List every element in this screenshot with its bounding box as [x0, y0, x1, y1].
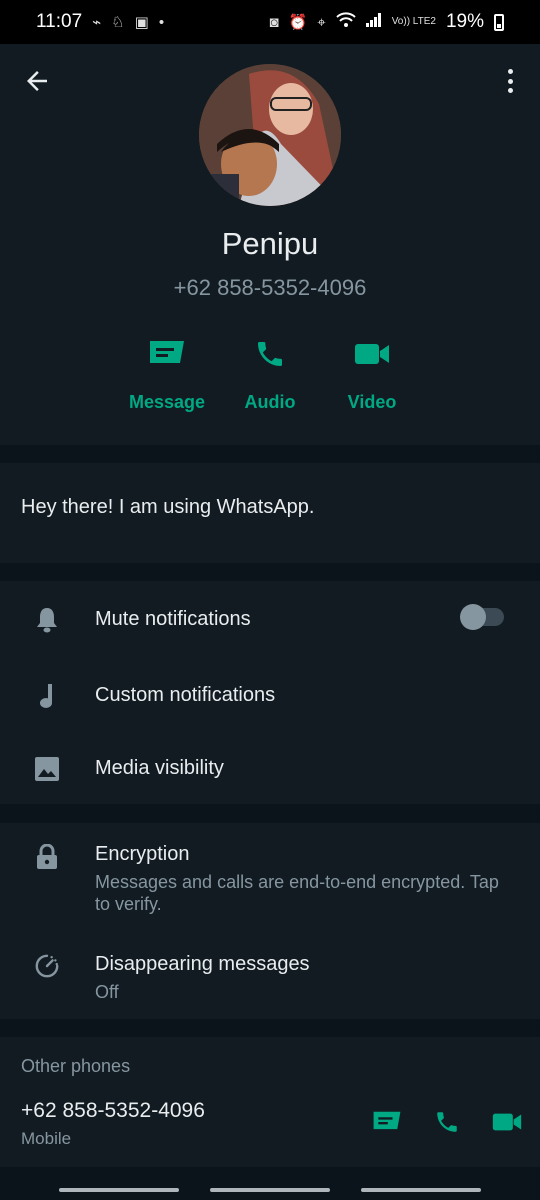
contact-header: Penipu +62 858-5352-4096 Message Audio V…	[0, 44, 540, 445]
arrow-left-icon	[27, 71, 47, 91]
security-settings: Encryption Messages and calls are end-to…	[0, 823, 540, 1019]
audio-action-label: Audio	[244, 392, 296, 412]
lock-icon	[34, 844, 60, 870]
video-icon	[355, 344, 389, 364]
dot-icon: •	[158, 13, 165, 31]
message-action-button[interactable]: Message	[112, 334, 222, 413]
other-phone-number[interactable]: +62 858-5352-4096	[21, 1099, 205, 1123]
dot-1	[507, 69, 513, 74]
status-time: 11:07	[36, 11, 83, 32]
image-icon	[34, 756, 60, 782]
other-phones-label: Other phones	[21, 1056, 131, 1076]
other-phones-section: Other phones +62 858-5352-4096 Mobile	[0, 1037, 540, 1167]
encryption-row[interactable]: Encryption Messages and calls are end-to…	[0, 823, 540, 929]
music-note-icon	[34, 683, 60, 709]
mute-notifications-label: Mute notifications	[95, 608, 251, 630]
notification-settings: Mute notifications Custom notifications …	[0, 581, 540, 804]
phone-icon	[258, 342, 282, 366]
alarm-icon: ⏰	[288, 14, 308, 31]
about-text: Hey there! I am using WhatsApp.	[21, 496, 315, 518]
nav-home[interactable]	[210, 1188, 330, 1192]
other-phone-actions	[372, 1109, 522, 1135]
mute-notifications-row[interactable]: Mute notifications	[0, 581, 540, 657]
video-icon[interactable]	[492, 1111, 522, 1133]
disappearing-messages-row[interactable]: Disappearing messages Off	[0, 929, 540, 1019]
wifi-icon	[335, 12, 356, 32]
dot-2	[507, 78, 513, 84]
location-icon: ⌖	[317, 13, 326, 31]
disappearing-messages-status: Off	[95, 982, 119, 1002]
battery-percent: 19%	[445, 11, 484, 32]
contact-phone: +62 858-5352-4096	[173, 275, 367, 300]
video-action-label: Video	[347, 392, 397, 412]
custom-notifications-label: Custom notifications	[95, 684, 276, 706]
bell-icon	[34, 607, 60, 633]
message-action-label: Message	[128, 392, 206, 412]
message-icon	[150, 341, 184, 363]
mute-toggle[interactable]	[460, 604, 504, 630]
audio-action-button[interactable]: Audio	[215, 334, 325, 413]
encryption-title: Encryption	[95, 843, 190, 865]
gesture-nav-bar	[0, 1167, 540, 1200]
custom-notifications-row[interactable]: Custom notifications	[0, 657, 540, 731]
run-icon: ♘	[111, 14, 125, 31]
about-section[interactable]: Hey there! I am using WhatsApp.	[0, 463, 540, 563]
disappearing-messages-title: Disappearing messages	[95, 953, 310, 975]
more-options-button[interactable]	[500, 66, 520, 96]
camera-icon: ◙	[269, 13, 279, 31]
app-icon: ▣	[134, 14, 149, 31]
battery-icon	[494, 13, 504, 31]
nav-back[interactable]	[361, 1188, 481, 1192]
phone-icon[interactable]	[434, 1109, 460, 1135]
pulse-icon: ⌁	[92, 14, 102, 31]
contact-avatar[interactable]	[199, 64, 341, 206]
network-label: Vo)) LTE2	[391, 16, 436, 27]
timer-icon	[34, 953, 60, 979]
nav-recents[interactable]	[59, 1188, 179, 1192]
dot-3	[507, 88, 513, 93]
encryption-subtitle: Messages and calls are end-to-end encryp…	[95, 872, 499, 914]
status-bar: 11:07 ⌁ ♘ ▣ • ◙ ⏰ ⌖ Vo)) LTE2 19%	[0, 0, 540, 44]
media-visibility-row[interactable]: Media visibility	[0, 731, 540, 804]
other-phone-type: Mobile	[21, 1129, 72, 1148]
contact-name: Penipu	[221, 226, 319, 261]
back-button[interactable]	[22, 66, 52, 96]
message-icon[interactable]	[372, 1110, 402, 1134]
video-action-button[interactable]: Video	[317, 334, 427, 413]
signal-icon	[365, 13, 382, 31]
media-visibility-label: Media visibility	[95, 757, 224, 779]
